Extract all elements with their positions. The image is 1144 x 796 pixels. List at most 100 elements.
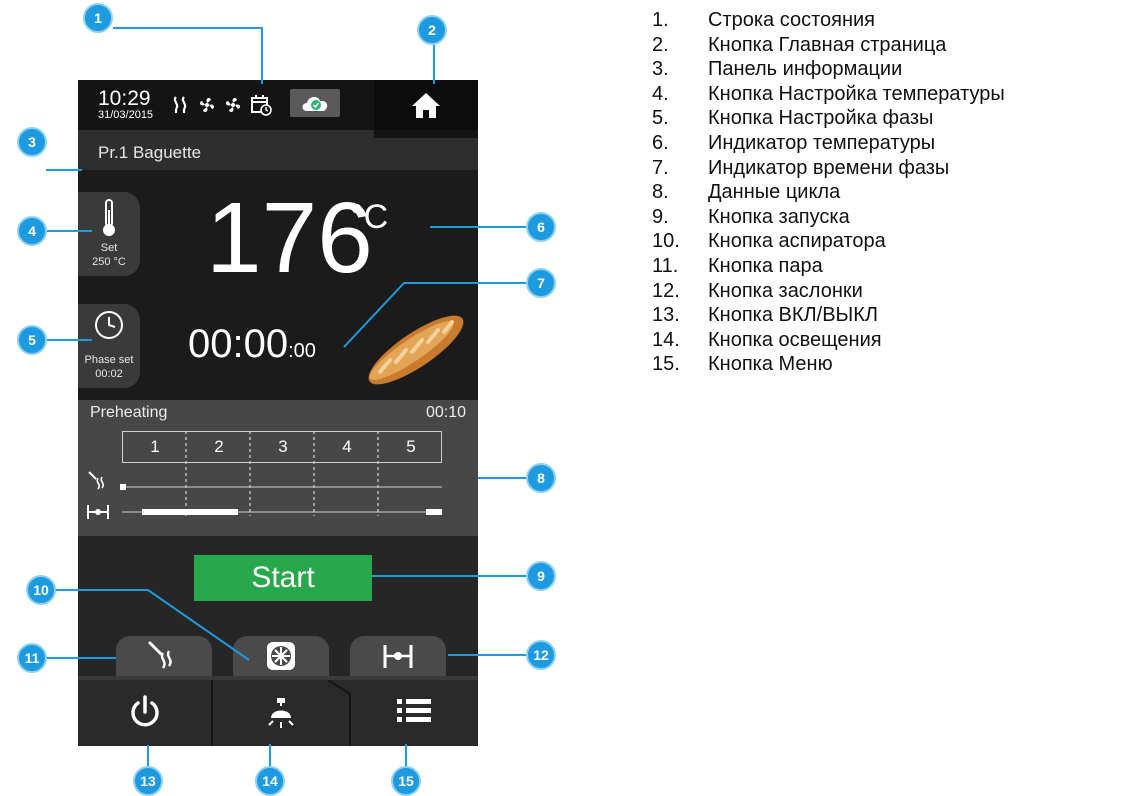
function-tabs	[78, 630, 478, 680]
temperature-unit: °C	[350, 198, 389, 236]
temperature-set-value: 250 °C	[92, 256, 126, 268]
menu-icon	[397, 699, 431, 722]
extractor-button[interactable]	[233, 636, 329, 676]
clock: 10:29 31/03/2015	[98, 88, 153, 121]
status-bar: 10:29 31/03/2015	[78, 80, 478, 130]
cloud-check-icon	[302, 97, 328, 111]
legend-number: 10.	[652, 230, 680, 253]
fan-icon	[267, 642, 295, 670]
legend-number: 11.	[652, 254, 679, 277]
home-button[interactable]	[374, 80, 478, 130]
phase-set-value: 00:02	[95, 368, 123, 380]
program-name: Pr.1 Baguette	[98, 143, 202, 162]
legend-item: 14. Кнопка освещения	[652, 328, 1005, 353]
legend-text: Кнопка Настройка температуры	[708, 82, 1005, 105]
steam-icon	[148, 641, 172, 669]
legend-item: 9. Кнопка запуска	[652, 205, 1005, 230]
legend-text: Кнопка Меню	[708, 353, 833, 376]
legend-text: Кнопка Настройка фазы	[708, 107, 934, 130]
callout-badge: 5	[17, 325, 47, 355]
temperature-set-button[interactable]: Set 250 °C	[78, 192, 140, 276]
legend-item: 3. Панель информации	[652, 57, 1005, 82]
start-button[interactable]: Start	[194, 555, 372, 601]
info-panel-notch	[374, 130, 478, 138]
phase-time-seconds: :00	[288, 340, 316, 362]
clock-icon	[95, 311, 123, 339]
steam-icon	[173, 96, 187, 113]
damper-icon	[87, 505, 109, 519]
callout-badge: 3	[17, 127, 47, 157]
legend-number: 4.	[652, 82, 669, 105]
legend-number: 2.	[652, 33, 669, 56]
callout-badge: 1	[83, 3, 113, 33]
callout-badge: 4	[17, 216, 47, 246]
legend-number: 7.	[652, 156, 669, 179]
legend-text: Индикатор времени фазы	[708, 156, 950, 179]
legend-item: 13. Кнопка ВКЛ/ВЫКЛ	[652, 303, 1005, 328]
callout-badge: 7	[526, 268, 556, 298]
phase-set-label: Phase set	[84, 354, 134, 366]
legend-item: 8. Данные цикла	[652, 180, 1005, 205]
fan-icon	[199, 97, 215, 113]
legend-text: Кнопка Главная страница	[708, 33, 947, 56]
legend-item: 15. Кнопка Меню	[652, 352, 1005, 377]
legend-number: 8.	[652, 181, 669, 204]
callout-badge: 11	[17, 643, 47, 673]
callout-badge: 6	[526, 212, 556, 242]
temperature-set-label: Set	[100, 242, 118, 254]
legend: 1. Строка состояния 2. Кнопка Главная стра…	[652, 8, 1005, 377]
steam-icon	[88, 471, 105, 490]
callout-badge: 14	[255, 766, 285, 796]
baguette-icon	[368, 315, 464, 385]
damper-button[interactable]	[350, 636, 446, 676]
oven-control-screen: 10:29 31/03/2015 Pr.1 Baguette Set 250 °…	[78, 80, 478, 746]
callout-badge: 2	[417, 15, 447, 45]
phase-set-button[interactable]: Phase set 00:02	[78, 304, 140, 388]
legend-item: 4. Кнопка Настройка температуры	[652, 82, 1005, 107]
legend-item: 6. Индикатор температуры	[652, 131, 1005, 156]
legend-text: Строка состояния	[708, 9, 876, 31]
legend-item: 5. Кнопка Настройка фазы	[652, 106, 1005, 131]
cycle-panel: Preheating 00:10 1 2 3 4 5	[78, 400, 478, 536]
thermometer-icon	[103, 199, 115, 236]
legend-number: 15.	[652, 353, 680, 376]
legend-item: 1. Строка состояния	[652, 8, 1005, 33]
lamp-icon	[268, 698, 294, 728]
legend-text: Кнопка ВКЛ/ВЫКЛ	[708, 304, 879, 327]
legend-number: 13.	[652, 304, 680, 327]
legend-item: 12. Кнопка заслонки	[652, 279, 1005, 304]
start-area: Start	[78, 536, 478, 630]
legend-number: 1.	[652, 9, 669, 31]
legend-text: Кнопка освещения	[708, 328, 882, 351]
legend-number: 14.	[652, 328, 680, 351]
legend-item: 11. Кнопка пара	[652, 254, 1005, 279]
legend-text: Кнопка пара	[708, 254, 823, 277]
legend-text: Панель информации	[708, 58, 903, 81]
main-display: Set 250 °C Phase set 00:02 176 °C 00:00:…	[78, 170, 478, 400]
legend-text: Кнопка аспиратора	[708, 230, 886, 253]
cycle-grid	[120, 431, 442, 516]
callout-badge: 10	[26, 575, 56, 605]
clock-time: 10:29	[98, 87, 151, 110]
temperature-display: 176	[206, 182, 373, 294]
legend-text: Индикатор температуры	[708, 131, 936, 154]
callout-badge: 8	[526, 463, 556, 493]
legend-item: 2. Кнопка Главная страница	[652, 33, 1005, 58]
power-button[interactable]	[78, 680, 212, 746]
legend-number: 5.	[652, 107, 669, 130]
callout-badge: 12	[526, 640, 556, 670]
phase-time-main: 00:00	[188, 322, 289, 366]
legend-text: Кнопка заслонки	[708, 279, 863, 302]
fan-icon	[225, 97, 241, 113]
power-icon	[131, 695, 159, 727]
bottom-bar	[78, 680, 478, 746]
callout-badge: 13	[133, 766, 163, 796]
light-button[interactable]	[214, 680, 348, 746]
info-panel: Pr.1 Baguette	[78, 130, 478, 170]
legend-text: Данные цикла	[708, 181, 841, 204]
legend-number: 6.	[652, 131, 669, 154]
steam-button[interactable]	[116, 636, 212, 676]
calendar-clock-icon	[251, 95, 272, 116]
legend-number: 12.	[652, 279, 680, 302]
menu-button[interactable]	[350, 680, 478, 746]
